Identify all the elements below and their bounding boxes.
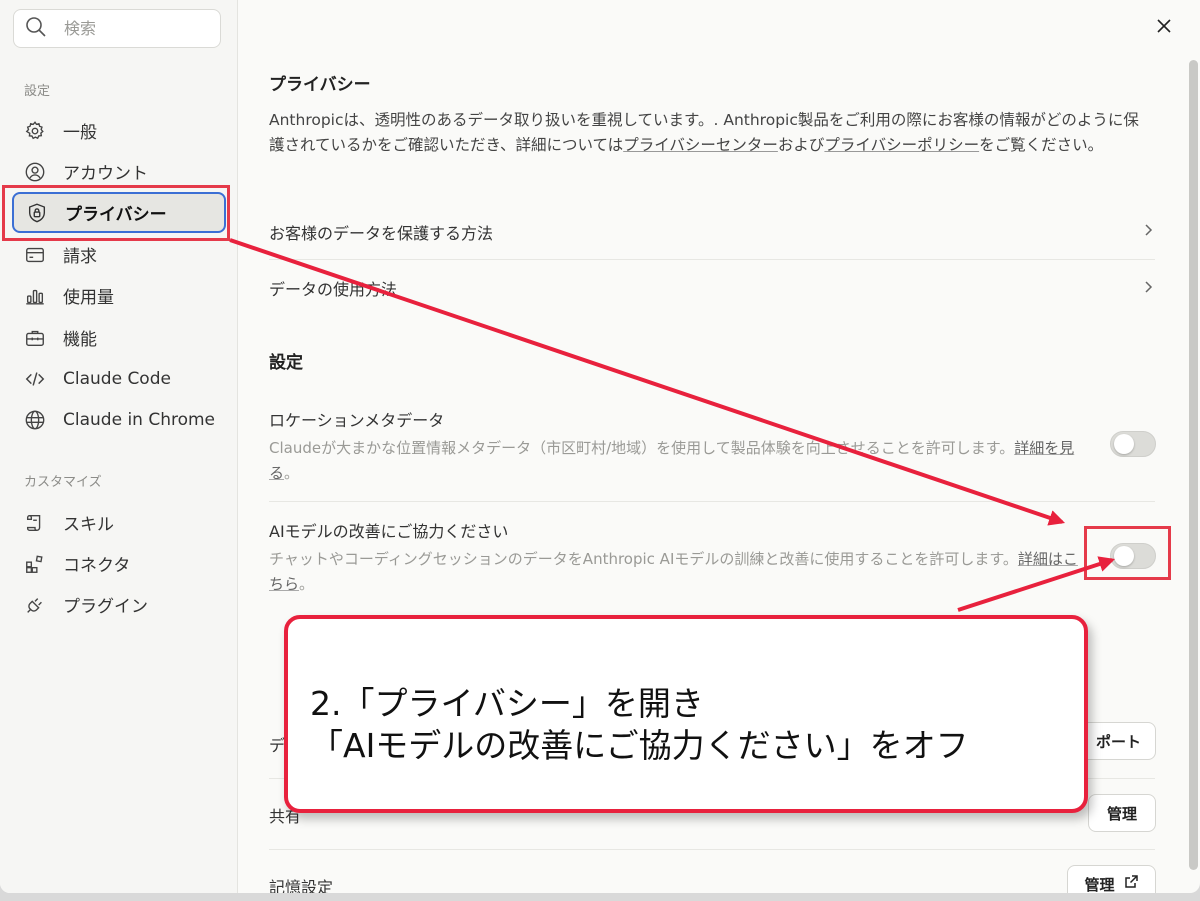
search-box[interactable] xyxy=(13,9,221,48)
sidebar-item-claude-code[interactable]: Claude Code xyxy=(12,358,226,399)
desc-text: チャットやコーディングセッションのデータをAnthropic AIモデルの訓練と… xyxy=(269,550,1018,568)
section-label-customize: カスタマイズ xyxy=(24,475,102,490)
search-icon xyxy=(24,15,48,43)
annotation-callout: 2.「プライバシー」を開き 「AIモデルの改善にご協力ください」をオフ xyxy=(284,615,1088,813)
code-icon xyxy=(24,368,46,390)
sidebar-item-label: コネクタ xyxy=(63,556,131,576)
memory-row-label: 記憶設定 xyxy=(269,878,334,893)
button-label: 管理 xyxy=(1084,875,1115,894)
sidebar-item-skills[interactable]: スキル xyxy=(12,502,226,543)
callout-line-2: 「AIモデルの改善にご協力ください」をオフ xyxy=(310,726,969,765)
privacy-center-link[interactable]: プライバシーセンター xyxy=(623,136,778,154)
privacy-intro-text: をご覧ください。 xyxy=(979,136,1104,154)
search-input[interactable] xyxy=(64,19,204,38)
annotation-highlight-privacy xyxy=(2,185,230,241)
plug-icon xyxy=(24,594,46,616)
sidebar-item-label: 使用量 xyxy=(63,288,114,308)
sidebar-item-label: 請求 xyxy=(63,247,97,267)
sidebar-item-plugins[interactable]: プラグイン xyxy=(12,584,226,625)
bar-chart-icon xyxy=(24,285,46,307)
protect-data-row[interactable]: お客様のデータを保護する方法 xyxy=(269,204,1155,260)
sidebar-item-label: プラグイン xyxy=(63,597,148,617)
sidebar: 設定 一般 アカウント プライバシー 請求 xyxy=(0,0,238,893)
sidebar-item-label: アカウント xyxy=(63,164,148,184)
sidebar-item-label: Claude in Chrome xyxy=(63,409,216,430)
improve-model-desc: チャットやコーディングセッションのデータをAnthropic AIモデルの訓練と… xyxy=(269,547,1089,597)
sidebar-item-label: 機能 xyxy=(63,330,97,350)
location-metadata-title: ロケーションメタデータ xyxy=(269,411,445,430)
settings-heading: 設定 xyxy=(269,353,303,373)
annotation-highlight-toggle xyxy=(1084,526,1171,580)
external-link-icon xyxy=(1123,874,1139,893)
improve-model-title: AIモデルの改善にご協力ください xyxy=(269,522,509,541)
globe-icon xyxy=(24,409,46,431)
export-data-button[interactable]: ポート xyxy=(1076,722,1156,760)
user-icon xyxy=(24,161,46,183)
location-metadata-desc: Claudeが大まかな位置情報メタデータ（市区町村/地域）を使用して製品体験を向… xyxy=(269,436,1089,486)
toolbox-icon xyxy=(24,327,46,349)
gear-icon xyxy=(24,120,46,142)
privacy-intro-text: および xyxy=(777,136,825,154)
blocks-icon xyxy=(24,553,46,575)
scroll-icon xyxy=(24,512,46,534)
desc-text: 。 xyxy=(284,464,300,482)
chevron-right-icon xyxy=(1141,279,1155,298)
desc-text: 。 xyxy=(299,575,315,593)
sidebar-item-claude-in-chrome[interactable]: Claude in Chrome xyxy=(12,399,226,440)
scrollbar[interactable] xyxy=(1189,60,1198,870)
privacy-heading: プライバシー xyxy=(269,75,371,95)
manage-shared-button[interactable]: 管理 xyxy=(1088,794,1156,832)
sidebar-item-label: スキル xyxy=(63,515,114,535)
toggle-knob xyxy=(1114,434,1134,454)
memory-manage-button[interactable]: 管理 xyxy=(1067,865,1156,893)
sidebar-item-label: Claude Code xyxy=(63,368,171,389)
credit-card-icon xyxy=(24,244,46,266)
sidebar-item-features[interactable]: 機能 xyxy=(12,317,226,358)
sidebar-item-general[interactable]: 一般 xyxy=(12,110,226,151)
location-metadata-toggle[interactable] xyxy=(1110,431,1156,457)
divider xyxy=(269,501,1155,502)
row-label: データの使用方法 xyxy=(269,280,398,299)
data-usage-row[interactable]: データの使用方法 xyxy=(269,260,1155,316)
desc-text: Claudeが大まかな位置情報メタデータ（市区町村/地域）を使用して製品体験を向… xyxy=(269,439,1015,457)
sidebar-item-usage[interactable]: 使用量 xyxy=(12,275,226,316)
section-label-settings: 設定 xyxy=(24,84,51,99)
row-label: お客様のデータを保護する方法 xyxy=(269,223,494,243)
privacy-policy-link[interactable]: プライバシーポリシー xyxy=(824,136,979,154)
chevron-right-icon xyxy=(1141,222,1155,241)
sidebar-item-connectors[interactable]: コネクタ xyxy=(12,543,226,584)
close-icon xyxy=(1156,18,1172,38)
divider xyxy=(269,849,1155,850)
privacy-intro: Anthropicは、透明性のあるデータ取り扱いを重視しています。. Anthr… xyxy=(269,108,1149,158)
callout-line-1: 2.「プライバシー」を開き xyxy=(310,684,704,723)
close-button[interactable] xyxy=(1152,16,1176,40)
sidebar-item-label: 一般 xyxy=(63,123,97,143)
